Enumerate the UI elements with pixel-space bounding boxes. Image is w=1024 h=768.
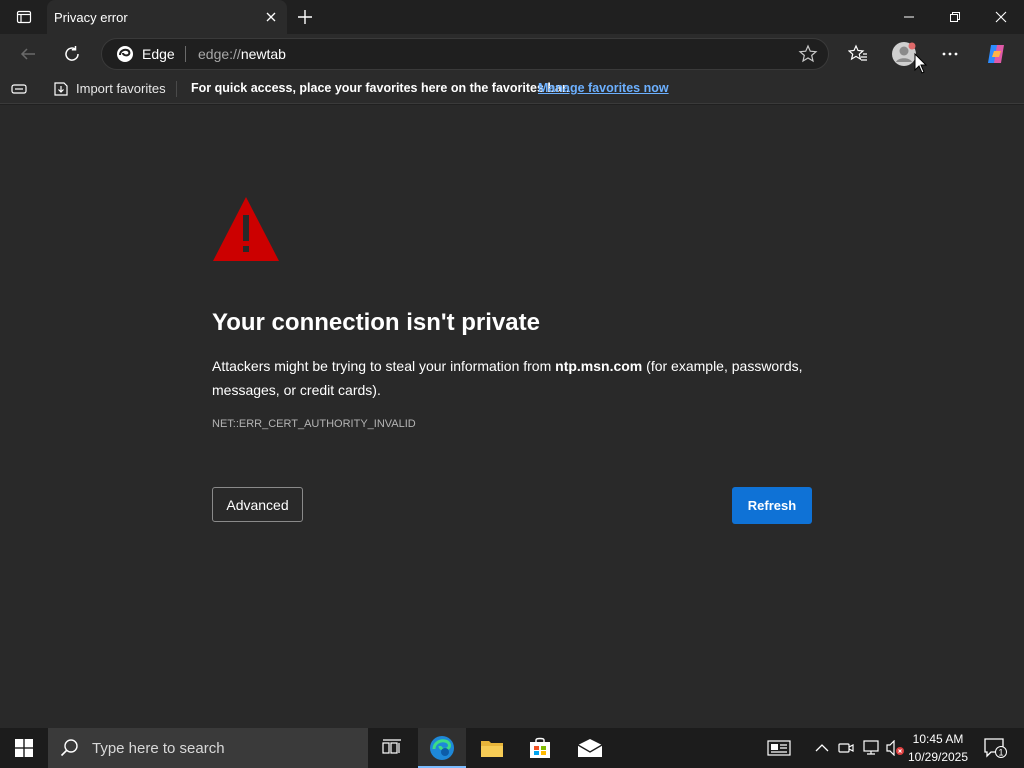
minimize-button[interactable] xyxy=(886,0,932,34)
tab-actions-button[interactable] xyxy=(0,0,47,34)
favorites-bar-message: For quick access, place your favorites h… xyxy=(191,81,570,95)
favorites-divider xyxy=(176,81,177,97)
refresh-icon xyxy=(65,46,79,61)
taskbar: Type here to search 10:45 AM 10/29/2025 … xyxy=(0,728,1024,768)
plus-icon xyxy=(298,10,312,24)
restore-button[interactable] xyxy=(932,0,978,34)
url-text[interactable]: edge://newtab xyxy=(198,39,286,69)
address-bar[interactable]: Edge edge://newtab xyxy=(101,38,829,70)
more-icon xyxy=(942,52,958,56)
browser-window: Privacy error Edge edge://newtab Import … xyxy=(0,0,1024,768)
notification-count: 1 xyxy=(998,748,1003,758)
taskbar-search-box[interactable]: Type here to search xyxy=(48,728,368,768)
new-tab-button[interactable] xyxy=(292,5,318,29)
windows-logo-icon xyxy=(15,739,33,757)
error-heading: Your connection isn't private xyxy=(212,309,540,336)
clock-time: 10:45 AM xyxy=(912,732,964,746)
search-placeholder: Type here to search xyxy=(92,739,225,757)
minimize-icon xyxy=(904,16,914,18)
import-favorites-button[interactable]: Import favorites xyxy=(52,74,166,103)
tab-actions-icon xyxy=(16,10,31,24)
url-scheme: edge:// xyxy=(198,46,241,62)
edge-icon xyxy=(430,736,454,760)
taskbar-store[interactable] xyxy=(516,728,564,768)
file-explorer-icon xyxy=(481,741,503,757)
toolbar: Edge edge://newtab xyxy=(0,34,1024,74)
action-center-button[interactable]: 1 xyxy=(980,728,1010,768)
error-description: Attackers might be trying to steal your … xyxy=(212,354,822,402)
tray-meet-button[interactable] xyxy=(836,728,856,768)
site-info-chip[interactable]: Edge xyxy=(116,39,175,69)
clock-date: 10/29/2025 xyxy=(907,750,969,764)
add-favorite-button[interactable] xyxy=(798,44,818,64)
notification-icon: 1 xyxy=(984,738,1007,758)
taskbar-file-explorer[interactable] xyxy=(468,728,516,768)
camera-icon xyxy=(838,743,854,753)
taskbar-mail[interactable] xyxy=(566,728,614,768)
tab-privacy-error[interactable]: Privacy error xyxy=(47,0,287,34)
tray-overflow-button[interactable] xyxy=(812,728,832,768)
search-icon xyxy=(60,739,78,757)
favorites-icon xyxy=(848,44,867,61)
back-arrow-icon xyxy=(20,48,35,60)
description-text-before: Attackers might be trying to steal your … xyxy=(212,358,556,374)
address-divider xyxy=(185,46,186,62)
taskbar-clock[interactable]: 10:45 AM 10/29/2025 xyxy=(905,730,971,766)
close-icon xyxy=(995,11,1007,23)
error-code[interactable]: NET::ERR_CERT_AUTHORITY_INVALID xyxy=(212,418,416,430)
volume-muted-icon xyxy=(886,740,904,756)
news-icon xyxy=(767,740,791,756)
more-button[interactable] xyxy=(934,38,966,70)
store-icon xyxy=(530,737,550,758)
import-icon xyxy=(54,81,68,96)
edge-logo-icon xyxy=(117,46,133,62)
task-view-button[interactable] xyxy=(368,728,416,768)
tray-network-button[interactable] xyxy=(860,728,882,768)
warning-icon xyxy=(213,197,279,261)
copilot-icon xyxy=(988,45,1004,63)
title-bar: Privacy error xyxy=(0,0,1024,34)
error-host: ntp.msn.com xyxy=(555,358,643,374)
sidebar-toggle-button[interactable] xyxy=(10,80,28,98)
close-window-button[interactable] xyxy=(978,0,1024,34)
tray-news-button[interactable] xyxy=(764,728,794,768)
collections-icon xyxy=(11,84,27,94)
refresh-page-button[interactable]: Refresh xyxy=(732,487,812,524)
star-icon xyxy=(798,44,818,63)
site-name: Edge xyxy=(142,46,175,62)
manage-favorites-link[interactable]: Manage favorites now xyxy=(538,74,669,103)
favorites-button[interactable] xyxy=(842,38,874,70)
close-icon xyxy=(266,12,276,22)
import-favorites-label: Import favorites xyxy=(76,81,166,96)
error-page: Your connection isn't private Attackers … xyxy=(0,105,1024,728)
start-button[interactable] xyxy=(0,728,48,768)
taskbar-edge[interactable] xyxy=(418,728,466,768)
chevron-up-icon xyxy=(815,744,829,752)
restore-icon xyxy=(950,12,960,22)
back-button[interactable] xyxy=(12,38,44,70)
mouse-cursor-icon xyxy=(914,53,928,74)
advanced-button[interactable]: Advanced xyxy=(212,487,303,522)
mail-icon xyxy=(577,739,603,757)
task-view-icon xyxy=(382,739,401,754)
tray-volume-button[interactable] xyxy=(884,728,906,768)
favorites-bar: Import favorites For quick access, place… xyxy=(0,74,1024,104)
tab-title: Privacy error xyxy=(54,9,128,25)
tab-close-button[interactable] xyxy=(263,9,279,25)
network-icon xyxy=(863,740,879,755)
url-path: newtab xyxy=(240,46,286,62)
copilot-button[interactable] xyxy=(980,38,1012,70)
refresh-button[interactable] xyxy=(56,38,88,70)
